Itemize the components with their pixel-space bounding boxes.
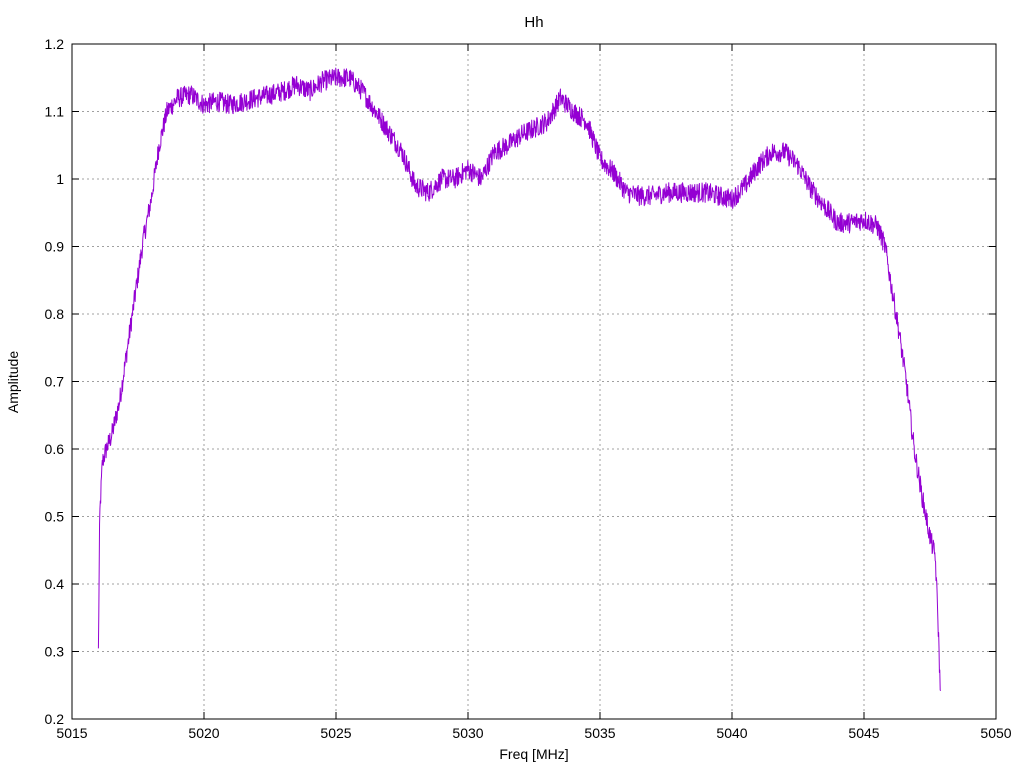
- y-axis-label: Amplitude: [5, 351, 21, 413]
- x-tick-labels: 5015 5020 5025 5030 5035 5040 5045 5050: [56, 725, 1011, 741]
- y-tick-label: 0.2: [45, 711, 65, 727]
- y-tick-label: 0.7: [45, 374, 65, 390]
- chart-container: 5015 5020 5025 5030 5035 5040 5045 5050 0.2 0.3 0…: [0, 0, 1024, 768]
- x-tick-label: 5015: [56, 725, 87, 741]
- x-axis-label: Freq [MHz]: [499, 746, 568, 762]
- y-tick-label: 1: [56, 171, 64, 187]
- x-tick-label: 5025: [320, 725, 351, 741]
- chart-title: Hh: [524, 14, 543, 31]
- x-tick-label: 5050: [980, 725, 1011, 741]
- series-layer: [97, 67, 942, 692]
- y-tick-label: 0.5: [45, 509, 65, 525]
- x-tick-label: 5035: [584, 725, 615, 741]
- chart-svg: 5015 5020 5025 5030 5035 5040 5045 5050 0.20.30…: [5, 14, 1012, 762]
- y-tick-label: 0.3: [45, 644, 65, 660]
- x-tick-label: 5040: [716, 725, 747, 741]
- y-tick-label: 0.9: [45, 239, 65, 255]
- series-line: [97, 67, 942, 692]
- y-tick-label: 0.4: [45, 576, 65, 592]
- y-tick-label: 1.1: [45, 104, 65, 120]
- grid-lines: [72, 44, 996, 719]
- y-tick-label: 0.8: [45, 306, 65, 322]
- x-tick-label: 5020: [188, 725, 219, 741]
- x-tick-label: 5030: [452, 725, 483, 741]
- y-tick-label: 0.6: [45, 441, 65, 457]
- y-tick-label: 1.2: [45, 36, 65, 52]
- x-tick-label: 5045: [848, 725, 879, 741]
- y-tick-labels: 0.2 0.3 0.4 0.5 0.6 0.7 0.8 0.9 1 1.1 1.2: [45, 36, 65, 727]
